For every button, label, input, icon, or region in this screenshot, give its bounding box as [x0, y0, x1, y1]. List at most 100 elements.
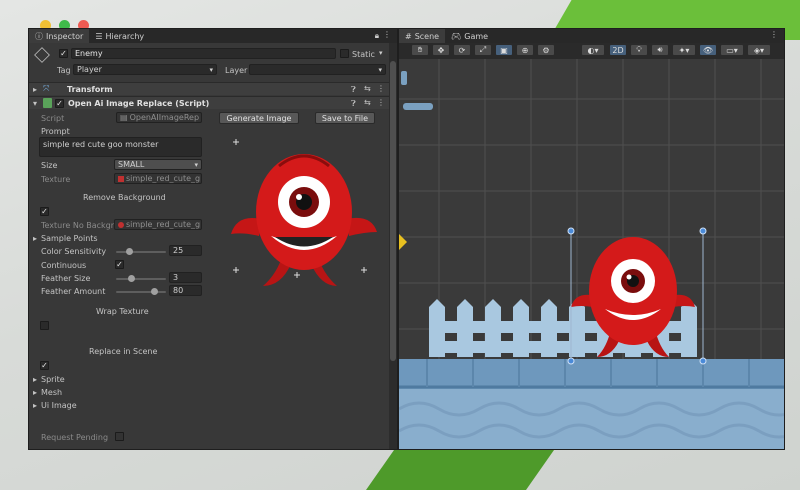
ui-image-foldout[interactable]: Ui Image [41, 401, 77, 410]
active-checkbox[interactable]: ✓ [59, 49, 68, 58]
feather-amount-slider[interactable] [116, 291, 166, 293]
ground-tiles [399, 359, 784, 449]
texture-field[interactable]: simple_red_cute_g [114, 173, 202, 184]
lock-icon[interactable]: 🔒︎ [375, 31, 379, 41]
request-pending-label: Request Pending [41, 433, 109, 442]
replace-in-scene-checkbox[interactable]: ✓ [40, 361, 49, 370]
script-field[interactable]: ▤ OpenAIImageRep [116, 112, 202, 123]
generate-image-button[interactable]: Generate Image [219, 112, 299, 124]
help-icon[interactable]: ❓︎ [351, 99, 356, 109]
scale-tool-icon[interactable]: ⤢ [474, 44, 492, 56]
scroll-thumb[interactable] [390, 61, 396, 361]
generated-image-preview [231, 139, 377, 286]
tab-game[interactable]: 🎮︎ Game [445, 29, 494, 43]
sample-points-label[interactable]: Sample Points [41, 234, 98, 243]
tab-inspector[interactable]: ⓘ Inspector [29, 29, 90, 43]
more-menu-icon[interactable]: ⋮ [383, 30, 391, 39]
custom-tool-icon[interactable]: ⚙︎ [537, 44, 555, 56]
request-pending-checkbox [115, 432, 124, 441]
inspector-tabbar: ⓘ Inspector ☰ Hierarchy 🔒︎ ⋮ [29, 29, 397, 43]
remove-background-label: Remove Background [83, 193, 166, 202]
wrap-texture-checkbox[interactable] [40, 321, 49, 330]
tag-label: Tag [57, 66, 71, 75]
size-dropdown[interactable]: SMALL ▾ [114, 159, 202, 170]
continuous-label: Continuous [41, 261, 87, 270]
texture-no-bg-field[interactable]: simple_red_cute_g [114, 219, 202, 230]
remove-background-checkbox[interactable]: ✓ [40, 207, 49, 216]
layer-label: Layer [225, 66, 248, 75]
help-icon[interactable]: ❓︎ [351, 85, 356, 95]
slider-knob[interactable] [151, 288, 158, 295]
object-name-field[interactable]: Enemy [71, 48, 336, 59]
foldout-arrow-icon[interactable]: ▸ [33, 388, 37, 397]
foldout-arrow-icon[interactable]: ▸ [33, 234, 37, 243]
continuous-checkbox[interactable]: ✓ [115, 260, 124, 269]
more-menu-icon[interactable]: ⋮ [377, 84, 385, 93]
size-label: Size [41, 161, 58, 170]
chevron-down-icon: ▾ [209, 65, 213, 74]
rotate-tool-icon[interactable]: ⟳ [453, 44, 471, 56]
texture-label: Texture [41, 175, 71, 184]
layer-dropdown[interactable]: ▾ [249, 64, 386, 75]
inspector-scrollbar[interactable] [389, 43, 397, 449]
tab-scene[interactable]: # Scene [399, 29, 446, 43]
static-checkbox[interactable] [340, 49, 349, 58]
script-file-icon: ▤ [120, 113, 128, 122]
prompt-textarea[interactable]: simple red cute goo monster [39, 137, 202, 157]
script-icon [43, 98, 52, 108]
tab-hierarchy[interactable]: ☰ Hierarchy [89, 29, 150, 43]
grid-icon: # [405, 31, 412, 41]
replace-in-scene-label: Replace in Scene [89, 347, 158, 356]
color-sensitivity-slider[interactable] [116, 251, 166, 253]
transform-tool-icon[interactable]: ⊕ [516, 44, 534, 56]
hand-tool-icon[interactable]: ✋︎ [411, 44, 429, 56]
foldout-arrow-icon: ▸ [33, 85, 38, 94]
feather-amount-label: Feather Amount [41, 287, 106, 296]
texture-icon [118, 175, 124, 182]
wrap-texture-label: Wrap Texture [96, 307, 149, 316]
feather-size-slider[interactable] [116, 278, 166, 280]
foldout-arrow-icon[interactable]: ▸ [33, 375, 37, 384]
script-label: Script [41, 114, 65, 123]
platform-fragment [401, 71, 407, 85]
move-tool-icon[interactable]: ✥ [432, 44, 450, 56]
rect-tool-icon[interactable]: ▣ [495, 44, 513, 56]
preset-icon[interactable]: ⇆ [364, 98, 371, 107]
slider-knob[interactable] [126, 248, 133, 255]
prompt-label: Prompt [41, 127, 70, 136]
foldout-arrow-icon: ▾ [33, 99, 38, 108]
scene-render[interactable] [399, 59, 785, 450]
sprite-foldout[interactable]: Sprite [41, 375, 65, 384]
audio-icon[interactable]: 🔊︎ [651, 44, 669, 56]
slider-knob[interactable] [128, 275, 135, 282]
more-menu-icon[interactable]: ⋮ [770, 30, 778, 39]
feather-size-field[interactable]: 3 [169, 272, 202, 283]
foldout-arrow-icon[interactable]: ▸ [33, 401, 37, 410]
chevron-down-icon: ▾ [378, 65, 382, 74]
feather-size-label: Feather Size [41, 274, 91, 283]
list-icon: ☰ [95, 31, 103, 41]
scene-tabbar: # Scene 🎮︎ Game ⋮ [399, 29, 784, 43]
mesh-foldout[interactable]: Mesh [41, 388, 62, 397]
transform-title: Transform [67, 85, 113, 94]
color-sensitivity-field[interactable]: 25 [169, 245, 202, 256]
lighting-icon[interactable]: 💡︎ [630, 44, 648, 56]
chevron-down-icon[interactable]: ▾ [379, 49, 383, 57]
feather-amount-field[interactable]: 80 [169, 285, 202, 296]
preset-icon[interactable]: ⇆ [364, 84, 371, 93]
shading-mode-icon[interactable]: ◐▾ [581, 44, 605, 56]
script-component-header[interactable]: ▾ ✓ Open Ai Image Replace (Script) ❓︎ ⇆ … [29, 96, 389, 109]
transform-header[interactable]: ▸ ⤧ Transform ❓︎ ⇆ ⋮ [29, 82, 389, 95]
scene-viewport[interactable] [399, 59, 784, 449]
save-to-file-button[interactable]: Save to File [315, 112, 375, 124]
component-enabled-checkbox[interactable]: ✓ [55, 99, 64, 108]
visibility-icon[interactable]: 👁︎ [699, 44, 717, 56]
camera-icon[interactable]: ▭▾ [720, 44, 744, 56]
platform-fragment [403, 103, 433, 110]
tag-dropdown[interactable]: Player ▾ [73, 64, 217, 75]
effects-icon[interactable]: ✦▾ [672, 44, 696, 56]
toggle-2d-button[interactable]: 2D [609, 44, 627, 56]
more-menu-icon[interactable]: ⋮ [377, 98, 385, 107]
gizmos-icon[interactable]: ◈▾ [747, 44, 771, 56]
component-title: Open Ai Image Replace (Script) [68, 99, 210, 108]
